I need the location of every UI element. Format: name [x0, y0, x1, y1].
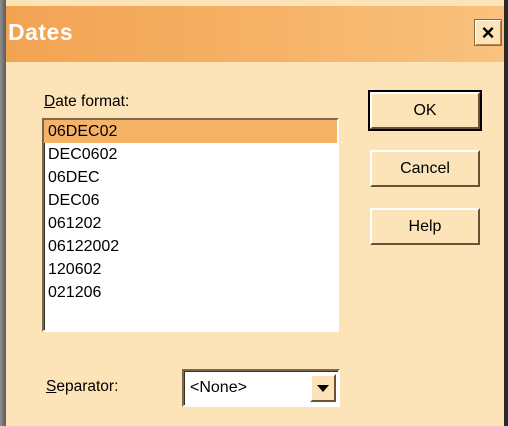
- list-item[interactable]: DEC06: [44, 189, 337, 212]
- list-item[interactable]: 061202: [44, 212, 337, 235]
- date-format-label: Date format:: [44, 93, 129, 111]
- dialog-title: Dates: [8, 19, 74, 45]
- dates-dialog: Dates × Date format: 06DEC02 DEC0602 06D…: [6, 0, 508, 426]
- help-button[interactable]: Help: [370, 208, 480, 245]
- dropdown-button[interactable]: [310, 374, 336, 402]
- list-item[interactable]: 06DEC02: [44, 120, 337, 143]
- cancel-button-label: Cancel: [400, 159, 450, 177]
- ok-button[interactable]: OK: [368, 90, 482, 131]
- title-bar[interactable]: Dates ×: [6, 6, 504, 62]
- separator-label: Separator:: [46, 378, 118, 396]
- close-button[interactable]: ×: [474, 19, 502, 46]
- chevron-down-icon: [317, 384, 329, 392]
- list-item[interactable]: 06122002: [44, 235, 337, 258]
- cancel-button[interactable]: Cancel: [370, 150, 480, 187]
- close-icon: ×: [481, 19, 495, 45]
- date-format-listbox[interactable]: 06DEC02 DEC0602 06DEC DEC06 061202 06122…: [42, 118, 339, 332]
- list-item[interactable]: 021206: [44, 281, 337, 304]
- separator-accelerator: S: [46, 378, 57, 395]
- separator-select[interactable]: <None>: [182, 369, 340, 407]
- ok-button-label: OK: [413, 101, 437, 119]
- separator-label-text: eparator:: [56, 378, 119, 395]
- list-item[interactable]: DEC0602: [44, 143, 337, 166]
- date-format-accelerator: D: [44, 93, 56, 110]
- list-item[interactable]: 06DEC: [44, 166, 337, 189]
- list-item[interactable]: 120602: [44, 258, 337, 281]
- separator-value: <None>: [190, 379, 247, 396]
- date-format-label-text: ate format:: [55, 93, 130, 110]
- help-button-label: Help: [408, 217, 442, 235]
